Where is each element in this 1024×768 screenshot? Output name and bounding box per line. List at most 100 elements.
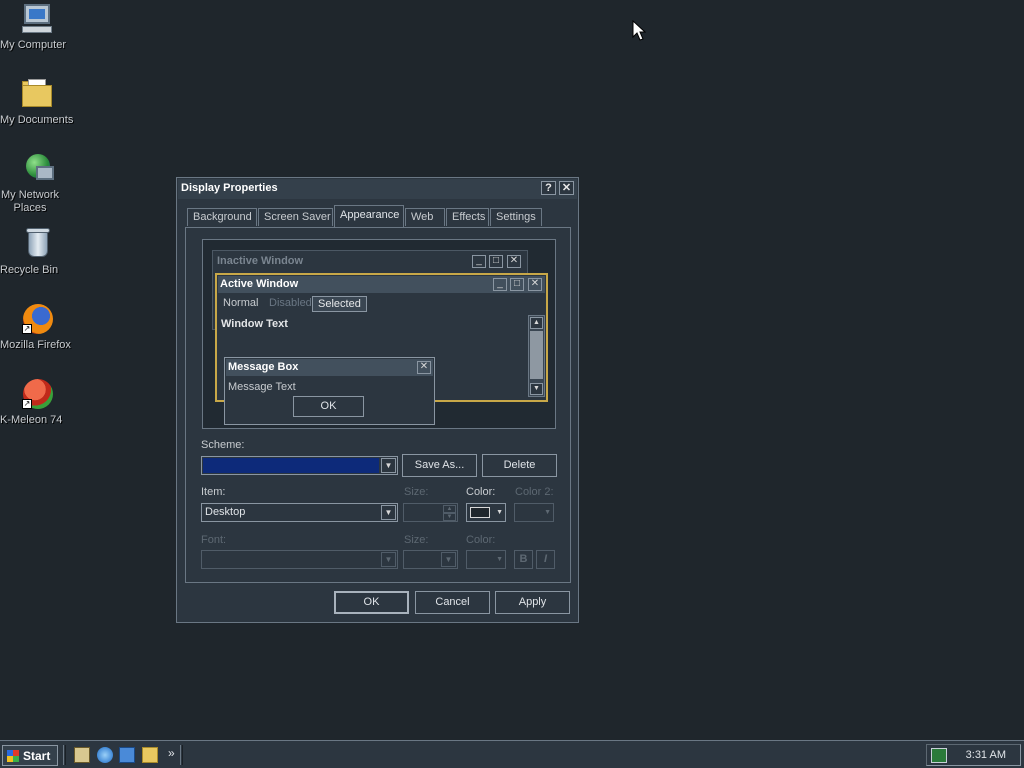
italic-button: I [536,550,555,569]
menu-item-selected: Selected [312,296,367,312]
scheme-dropdown[interactable]: ▼ [201,456,398,475]
spin-down-icon: ▼ [443,513,456,521]
message-box-titlebar: Message Box ✕ [226,359,433,376]
my-documents-icon [20,77,54,111]
recycle-bin-icon [20,227,54,261]
chevron-down-icon[interactable]: ▼ [381,505,396,520]
scroll-down-icon: ▼ [530,383,543,395]
item-color-button[interactable]: ▼ [466,503,506,522]
message-box-title: Message Box [228,361,299,373]
window-text-label: Window Text [221,318,288,330]
close-icon: ✕ [507,255,521,268]
desktop-icon-recycle-bin[interactable]: Recycle Bin [0,227,74,276]
close-button[interactable]: ✕ [559,181,574,195]
desktop-icon-label: My Documents [0,114,74,126]
cancel-button[interactable]: Cancel [415,591,490,614]
show-desktop-icon[interactable] [74,747,90,763]
delete-button[interactable]: Delete [482,454,557,477]
tab-appearance[interactable]: Appearance [334,205,404,227]
active-titlebar: Active Window _ □ ✕ [218,276,545,293]
maximize-icon: □ [489,255,503,268]
item-size-label: Size: [404,486,429,498]
desktop-icon-k-meleon[interactable]: ↗ K-Meleon 74 [0,377,74,426]
inactive-window-title: Inactive Window [217,255,304,267]
ok-button[interactable]: OK [334,591,409,614]
start-label: Start [23,749,51,763]
windows-logo-icon [7,750,19,762]
menu-item-normal: Normal [223,297,259,309]
preview-scrollbar: ▲ ▼ [528,315,545,397]
network-tray-icon[interactable] [931,748,947,763]
chevron-down-icon: ▼ [441,552,456,567]
maximize-icon: □ [510,278,524,291]
tab-screen-saver[interactable]: Screen Saver [258,208,333,226]
k-meleon-icon: ↗ [20,377,54,411]
taskbar-separator [63,745,66,765]
message-text: Message Text [228,381,296,393]
font-color-label: Color: [466,534,496,546]
apply-button[interactable]: Apply [495,591,570,614]
outlook-express-icon[interactable] [119,747,135,763]
dialog-title: Display Properties [181,182,278,194]
tab-effects[interactable]: Effects [446,208,489,226]
item-dropdown[interactable]: Desktop ▼ [201,503,398,522]
tab-settings[interactable]: Settings [490,208,542,226]
desktop-icon-my-computer[interactable]: My Computer [0,2,74,51]
taskbar-separator [180,745,183,765]
chevron-down-icon[interactable]: ▼ [381,458,396,473]
preview-message-box: Message Box ✕ Message Text OK [224,357,435,425]
desktop-icon-label: My Computer [0,39,67,51]
font-size-dropdown: ▼ [403,550,458,569]
scheme-selection [203,458,379,473]
dialog-titlebar[interactable]: Display Properties ? ✕ [178,179,577,199]
search-folder-icon[interactable] [142,747,158,763]
desktop: My Computer My Documents My Network Plac… [0,0,1024,740]
help-button[interactable]: ? [541,181,556,195]
desktop-icon-network-places[interactable]: My Network Places [0,152,74,214]
chevron-down-icon: ▼ [544,509,551,516]
preview-menu-bar: Normal Disabled Selected [218,295,545,313]
item-size-spinner: ▲ ▼ [403,503,458,522]
item-label: Item: [201,486,226,498]
item-color-label: Color: [466,486,496,498]
save-as-button[interactable]: Save As... [402,454,477,477]
minimize-icon: _ [472,255,486,268]
scroll-up-icon: ▲ [530,317,543,329]
start-button[interactable]: Start [2,745,58,766]
tab-web[interactable]: Web [405,208,445,226]
desktop-icon-label: Recycle Bin [0,264,59,276]
tab-background[interactable]: Background [187,208,257,226]
chevron-down-icon: ▼ [496,509,503,516]
mouse-cursor-icon [632,20,646,41]
taskbar: Start » 3:31 AM [0,740,1024,768]
scroll-thumb [530,331,543,379]
color-swatch [470,507,490,518]
item-color2-label: Color 2: [515,486,554,498]
desktop-icon-firefox[interactable]: ↗ Mozilla Firefox [0,302,74,351]
item-value: Desktop [205,506,246,518]
desktop-icon-label: Mozilla Firefox [0,339,71,351]
internet-explorer-icon[interactable] [97,747,113,763]
clock[interactable]: 3:31 AM [966,749,1006,761]
font-label: Font: [201,534,227,546]
menu-item-disabled: Disabled [269,297,312,309]
firefox-icon: ↗ [20,302,54,336]
desktop-icon-my-documents[interactable]: My Documents [0,77,74,126]
chevron-down-icon: ▼ [496,556,503,563]
bold-button: B [514,550,533,569]
font-dropdown: ▼ [201,550,398,569]
system-tray: 3:31 AM [926,744,1021,766]
scheme-label: Scheme: [201,439,245,451]
display-properties-dialog: Display Properties ? ✕ Background Screen… [176,177,579,623]
quick-launch-chevron-icon[interactable]: » [168,746,175,760]
font-size-label: Size: [404,534,429,546]
my-computer-icon [20,2,54,36]
appearance-panel: Inactive Window _ □ ✕ Active Window _ □ … [185,227,571,583]
chevron-down-icon: ▼ [381,552,396,567]
spin-up-icon: ▲ [443,505,456,513]
desktop-icon-label: My Network Places [0,189,60,214]
network-places-icon [20,152,54,186]
close-icon: ✕ [417,361,431,374]
appearance-preview[interactable]: Inactive Window _ □ ✕ Active Window _ □ … [202,239,556,429]
inactive-titlebar: Inactive Window _ □ ✕ [214,252,526,270]
